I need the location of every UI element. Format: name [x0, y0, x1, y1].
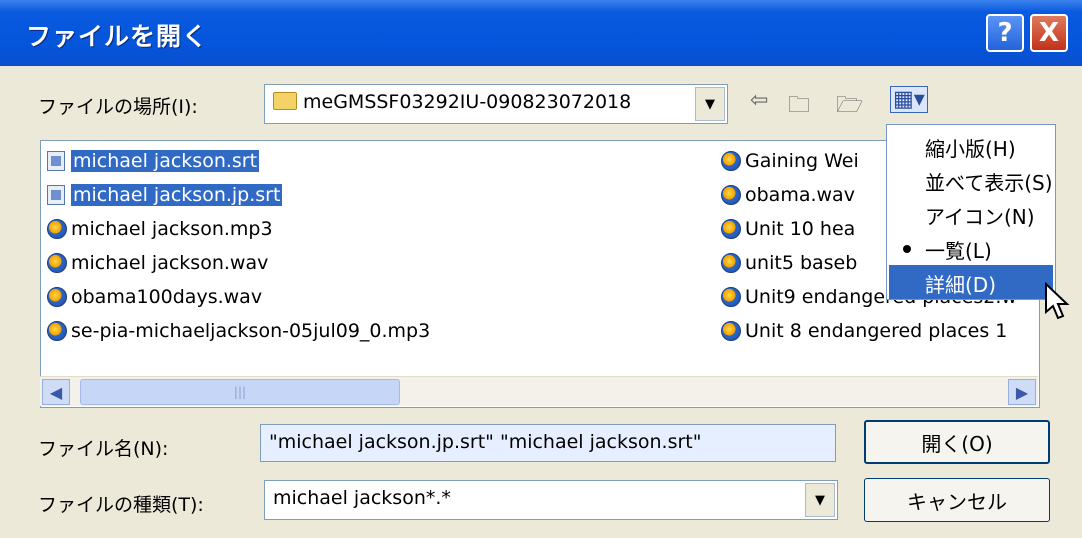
media-file-icon [47, 219, 67, 239]
file-name: Gaining Wei [745, 150, 859, 172]
list-item[interactable]: unit5 baseb [721, 249, 857, 277]
scroll-thumb[interactable]: ||| [80, 379, 400, 405]
filename-label: ファイル名(N): [38, 438, 169, 460]
filename-value: "michael jackson.jp.srt" "michael jackso… [269, 431, 702, 453]
menu-item-thumbnails[interactable]: 縮小版(H) [889, 129, 1053, 163]
media-file-icon [47, 253, 67, 273]
subtitle-file-icon [47, 185, 65, 205]
open-file-dialog: ファイルを開く ? X ファイルの場所(I): meGMSSF03292IU-0… [0, 0, 1082, 538]
media-file-icon [721, 321, 741, 341]
view-menu: 縮小版(H) 並べて表示(S) アイコン(N) 一覧(L) 詳細(D) [886, 124, 1056, 300]
file-name: michael jackson.jp.srt [69, 183, 284, 207]
chevron-down-icon[interactable]: ▼ [805, 483, 835, 517]
location-combo[interactable]: meGMSSF03292IU-090823072018 ▼ [264, 84, 728, 124]
list-item[interactable]: obama100days.wav [47, 283, 262, 311]
help-button[interactable]: ? [986, 14, 1024, 52]
new-folder-icon[interactable]: 🗁 [836, 88, 863, 126]
scroll-left-icon[interactable]: ◀ [42, 379, 70, 405]
horizontal-scrollbar[interactable]: ◀ ||| ▶ [40, 376, 1038, 406]
close-button[interactable]: X [1030, 14, 1068, 52]
file-name: Unit 10 hea [745, 218, 856, 240]
list-item[interactable]: michael jackson.srt [47, 147, 260, 175]
file-name: michael jackson.wav [71, 252, 269, 274]
folder-icon [273, 92, 297, 110]
open-button[interactable]: 開く(O) [864, 420, 1050, 464]
back-icon[interactable]: ⇦ [750, 88, 768, 113]
file-name: obama.wav [745, 184, 855, 206]
file-name: michael jackson.mp3 [71, 218, 273, 240]
file-name: obama100days.wav [71, 286, 263, 308]
media-file-icon [721, 151, 741, 171]
media-file-icon [721, 185, 741, 205]
list-item[interactable]: Unit 8 endangered places 1 [721, 317, 1007, 345]
location-value: meGMSSF03292IU-090823072018 [303, 91, 632, 113]
location-label: ファイルの場所(I): [38, 96, 198, 118]
list-item[interactable]: Gaining Wei [721, 147, 859, 175]
media-file-icon [721, 253, 741, 273]
mouse-cursor-icon [1045, 282, 1070, 320]
dialog-title: ファイルを開く [26, 22, 209, 51]
file-name: michael jackson.srt [71, 150, 260, 172]
list-item[interactable]: se-pia-michaeljackson-05jul09_0.mp3 [47, 317, 430, 345]
menu-item-tiles[interactable]: 並べて表示(S) [889, 163, 1053, 197]
menu-item-details[interactable]: 詳細(D) [889, 265, 1053, 299]
list-item[interactable]: michael jackson.mp3 [47, 215, 273, 243]
file-name: se-pia-michaeljackson-05jul09_0.mp3 [71, 320, 431, 342]
filename-input[interactable]: "michael jackson.jp.srt" "michael jackso… [260, 424, 836, 462]
list-item[interactable]: Unit 10 hea [721, 215, 855, 243]
media-file-icon [47, 287, 67, 307]
filetype-label: ファイルの種類(T): [38, 494, 204, 516]
checked-bullet-icon [903, 245, 911, 253]
scroll-right-icon[interactable]: ▶ [1008, 379, 1036, 405]
cancel-button[interactable]: キャンセル [864, 478, 1050, 522]
list-item[interactable]: obama.wav [721, 181, 855, 209]
menu-item-list[interactable]: 一覧(L) [889, 231, 1053, 265]
list-item[interactable]: michael jackson.wav [47, 249, 268, 277]
file-name: Unit 8 endangered places 1 [745, 320, 1008, 342]
media-file-icon [721, 287, 741, 307]
view-menu-icon[interactable]: ▦▾ [890, 86, 928, 113]
chevron-down-icon[interactable]: ▼ [695, 87, 725, 121]
media-file-icon [47, 321, 67, 341]
menu-item-icons[interactable]: アイコン(N) [889, 197, 1053, 231]
subtitle-file-icon [47, 151, 65, 171]
file-name: unit5 baseb [745, 252, 858, 274]
up-folder-icon[interactable]: 🗀 [788, 88, 810, 126]
filetype-value: michael jackson*.* [273, 487, 451, 509]
list-item[interactable]: michael jackson.jp.srt [47, 181, 284, 209]
filetype-select[interactable]: michael jackson*.* ▼ [264, 480, 838, 520]
title-bar[interactable]: ファイルを開く ? X [0, 0, 1082, 66]
media-file-icon [721, 219, 741, 239]
